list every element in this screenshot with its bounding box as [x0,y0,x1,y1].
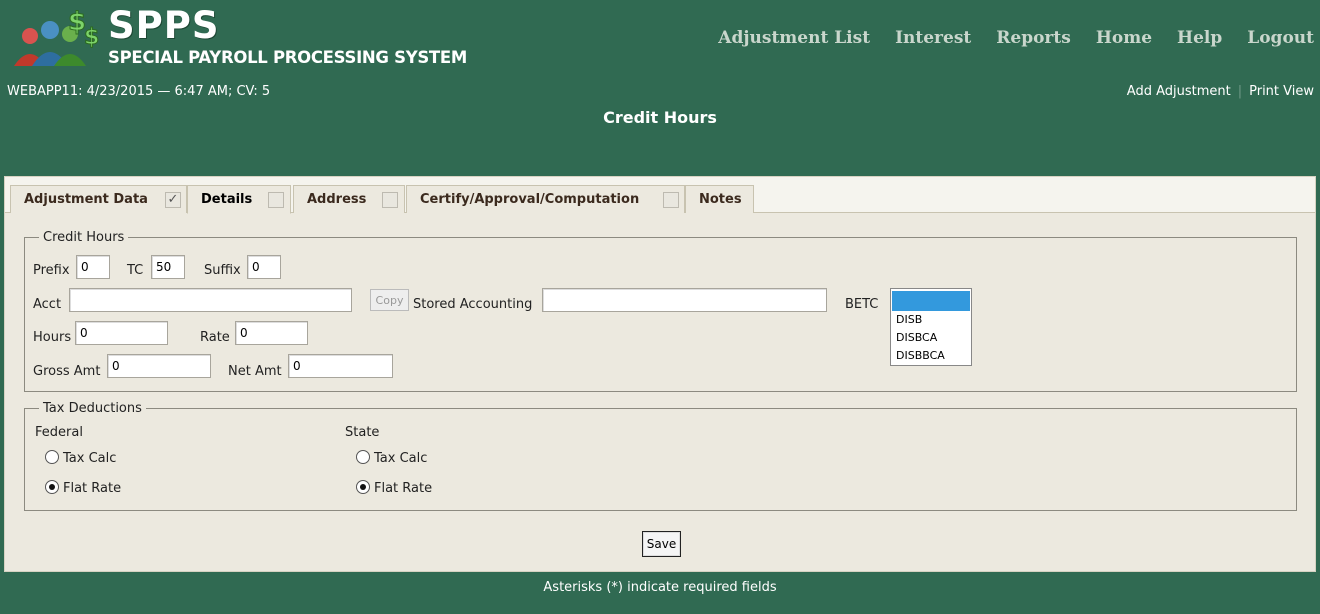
tab-notes[interactable]: Notes [685,185,754,213]
betc-listbox[interactable]: DISB DISBCA DISBBCA [890,288,972,366]
tab-label: Adjustment Data [24,192,148,207]
betc-option-disbca[interactable]: DISBCA [891,329,971,347]
link-separator: | [1237,84,1243,99]
save-button[interactable]: Save [642,531,681,557]
prefix-label: Prefix [33,263,70,278]
tab-label: Address [307,192,367,207]
copy-button[interactable]: Copy [370,289,409,311]
main-panel: Adjustment Data ✓ Details Address Certif… [4,176,1316,572]
betc-option-disbbca[interactable]: DISBBCA [891,347,971,365]
federal-flat-rate-radio[interactable] [45,480,59,494]
tax-deductions-fieldset: Tax Deductions [24,401,1297,511]
state-label: State [345,425,380,440]
hours-label: Hours [33,330,72,345]
acct-label: Acct [33,297,62,312]
tc-input[interactable] [151,255,185,279]
page-title: Credit Hours [603,108,717,127]
suffix-input[interactable] [247,255,281,279]
spps-logo: $ $ SPPS SPECIAL PAYROLL PROCESSING SYST… [10,4,467,70]
print-view-link[interactable]: Print View [1249,84,1314,99]
federal-tax-calc-label[interactable]: Tax Calc [63,451,116,466]
nav-interest[interactable]: Interest [895,28,971,48]
prefix-input[interactable] [76,255,110,279]
tab-label: Details [201,192,253,207]
tab-checkbox-icon [268,192,284,208]
people-money-icon: $ $ [14,7,100,66]
net-amt-label: Net Amt [228,364,282,379]
tab-bar: Adjustment Data ✓ Details Address Certif… [5,177,1315,214]
state-tax-calc-radio[interactable] [356,450,370,464]
federal-flat-rate-label[interactable]: Flat Rate [63,481,121,496]
federal-label: Federal [35,425,83,440]
state-flat-rate-label[interactable]: Flat Rate [374,481,432,496]
svg-text:$: $ [84,25,99,50]
gross-amt-input[interactable] [107,354,211,378]
stored-accounting-input[interactable] [542,288,827,312]
nav-help[interactable]: Help [1177,28,1222,48]
rate-input[interactable] [235,321,308,345]
tab-certify-approval-computation[interactable]: Certify/Approval/Computation [406,185,685,213]
tab-checkbox-icon [663,192,679,208]
credit-hours-legend: Credit Hours [43,230,125,245]
stored-accounting-label: Stored Accounting [413,297,533,312]
nav-reports[interactable]: Reports [996,28,1071,48]
betc-label: BETC [845,297,879,312]
top-nav: Adjustment List Interest Reports Home He… [693,28,1314,48]
betc-option-blank[interactable] [892,291,970,311]
add-adjustment-link[interactable]: Add Adjustment [1127,84,1231,99]
betc-option-disb[interactable]: DISB [891,311,971,329]
tab-check-icon: ✓ [165,192,181,208]
nav-home[interactable]: Home [1096,28,1152,48]
net-amt-input[interactable] [288,354,393,378]
app-full-name: SPECIAL PAYROLL PROCESSING SYSTEM [108,48,467,67]
gross-amt-label: Gross Amt [33,364,101,379]
acct-input[interactable] [69,288,352,312]
state-flat-rate-radio[interactable] [356,480,370,494]
suffix-label: Suffix [204,263,241,278]
sub-links: Add Adjustment | Print View [1127,84,1314,99]
nav-adjustment-list[interactable]: Adjustment List [718,28,870,48]
footer-note: Asterisks (*) indicate required fields [543,580,777,595]
federal-tax-calc-radio[interactable] [45,450,59,464]
rate-label: Rate [200,330,230,345]
tab-label: Notes [699,192,742,207]
server-info: WEBAPP11: 4/23/2015 — 6:47 AM; CV: 5 [7,84,271,99]
hours-input[interactable] [75,321,168,345]
nav-logout[interactable]: Logout [1247,28,1314,48]
tab-details[interactable]: Details [187,185,291,214]
tc-label: TC [127,263,144,278]
tab-checkbox-icon [382,192,398,208]
tab-label: Certify/Approval/Computation [420,192,640,207]
tab-adjustment-data[interactable]: Adjustment Data ✓ [10,185,187,213]
tab-address[interactable]: Address [293,185,405,213]
app-name: SPPS [108,4,220,47]
tax-deductions-legend: Tax Deductions [43,401,142,416]
state-tax-calc-label[interactable]: Tax Calc [374,451,427,466]
